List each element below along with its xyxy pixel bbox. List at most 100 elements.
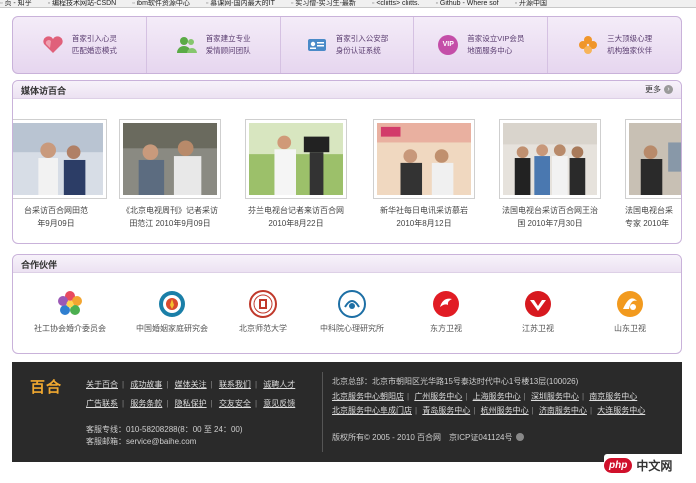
police-badge-icon[interactable]: [516, 433, 525, 441]
media-item[interactable]: 法国电视台采 专家 2010年: [625, 119, 681, 230]
id-card-icon: [306, 34, 328, 56]
feature-item: 首家建立专业 爱情顾问团队: [147, 17, 281, 73]
sdtv-icon: [615, 289, 645, 319]
bookmark-item[interactable]: 页 - 知乎: [0, 0, 31, 7]
media-title: 媒体访百合: [21, 86, 67, 96]
vip-icon: VIP: [437, 34, 459, 56]
footer-link[interactable]: 关于百合: [86, 380, 118, 389]
feature-line: 首家建立专业: [205, 34, 251, 43]
bookmark-item[interactable]: <cliitts> cliitts.: [372, 0, 419, 7]
users-icon: [176, 34, 198, 56]
footer-link[interactable]: 服务条款: [130, 399, 162, 408]
more-label: 更多: [645, 85, 661, 94]
media-photo[interactable]: [373, 119, 475, 199]
media-date: 2010年8月12日: [396, 219, 452, 228]
bookmark-item[interactable]: 编程技术网站-CSDN: [48, 0, 116, 7]
footer-link[interactable]: 交友安全: [219, 399, 251, 408]
branch-link[interactable]: 南京服务中心: [589, 392, 637, 401]
feature-line: 三大顶级心理: [607, 34, 653, 43]
media-date: 2010年8月22日: [268, 219, 324, 228]
bookmark-item[interactable]: 实习僧-实习生-最新: [291, 0, 356, 7]
media-photo[interactable]: [499, 119, 601, 199]
branch-link[interactable]: 大连服务中心: [597, 406, 645, 415]
branch-link[interactable]: 深圳服务中心: [531, 392, 579, 401]
partner-item[interactable]: 山东卫视: [575, 289, 685, 334]
footer-link[interactable]: 意见反馈: [263, 399, 295, 408]
feature-item: 首家引入公安部 身份认证系统: [281, 17, 415, 73]
feature-item: VIP 首家设立VIP会员 地面服务中心: [414, 17, 549, 73]
feature-line: 匹配婚恋模式: [71, 46, 117, 55]
media-caption: 新华社每日电讯采访慕岩: [380, 206, 468, 215]
feature-item: 首家引入心灵 匹配婚恋模式: [13, 17, 147, 73]
media-item[interactable]: 法国电视台采访百合网王治国 2010年7月30日: [499, 119, 601, 230]
arrow-right-icon: ›: [664, 85, 673, 94]
bnu-logo-icon: [248, 289, 278, 319]
seal-logo-icon: [157, 289, 187, 319]
footer-email: 客服邮箱：service@baihe.com: [86, 437, 197, 446]
feature-line: 首家设立VIP会员: [467, 34, 525, 43]
partners-panel: 合作伙伴 社工协会婚介委员会 中国婚姻家庭研究会 北京师范大学 中科院心理研究所: [12, 254, 682, 354]
partner-label: 社工协会婚介委员会: [34, 324, 106, 333]
partners-title: 合作伙伴: [21, 260, 58, 270]
media-photo[interactable]: [13, 119, 107, 199]
dragon-tv-icon: [431, 289, 461, 319]
media-panel: 媒体访百合 更多 › 台采访百合网田范 年9月09日 《北京电视周刊》记者采访 田范江…: [12, 80, 682, 244]
site-footer: 百合 关于百合 | 成功故事 | 媒体关注 | 联系我们 | 诚聘人才 广告联系 | 服务…: [12, 362, 682, 462]
footer-phone: 客服专线：010-58208288(8：00 至 24：00): [86, 425, 243, 434]
feature-line: 爱情顾问团队: [205, 46, 251, 55]
bookmark-item[interactable]: ibm软件资源中心: [132, 0, 190, 7]
media-item[interactable]: 芬兰电视台记者来访百合网 2010年8月22日: [245, 119, 347, 230]
cas-logo-icon: [337, 289, 367, 319]
media-item[interactable]: 新华社每日电讯采访慕岩 2010年8月12日: [373, 119, 475, 230]
footer-address: 北京总部：北京市朝阳区光华路15号泰达时代中心1号楼13层(100026): [332, 377, 579, 386]
media-item[interactable]: 《北京电视周刊》记者采访 田范江 2010年9月09日: [119, 119, 221, 230]
footer-links: 广告联系 | 服务条款 | 隐私保护 | 交友安全 | 意见反馈: [86, 399, 296, 408]
footer-link[interactable]: 成功故事: [130, 380, 162, 389]
footer-links: 关于百合 | 成功故事 | 媒体关注 | 联系我们 | 诚聘人才: [86, 380, 296, 389]
media-photo[interactable]: [119, 119, 221, 199]
bookmark-item[interactable]: Github - Where sof: [435, 0, 499, 7]
footer-link[interactable]: 广告联系: [86, 399, 118, 408]
footer-link[interactable]: 诚聘人才: [263, 380, 295, 389]
branch-link[interactable]: 北京服务中心阜成门店: [332, 406, 412, 415]
feature-line: 地面服务中心: [467, 46, 513, 55]
media-photo[interactable]: [245, 119, 347, 199]
branch-link[interactable]: 青岛服务中心: [422, 406, 470, 415]
feature-line: 身份认证系统: [335, 46, 381, 55]
bookmark-item[interactable]: 慕课网-国内最大的IT: [206, 0, 275, 7]
vip-badge: VIP: [438, 35, 459, 55]
feature-line: 机构独家伙伴: [607, 46, 653, 55]
footer-branches: 北京服务中心阜成门店 | 青岛服务中心 | 杭州服务中心 | 济南服务中心 | 大连服务…: [332, 406, 646, 415]
feature-line: 首家引入心灵: [71, 34, 117, 43]
footer-copyright: 版权所有© 2005 - 2010 百合网 京ICP证041124号: [332, 432, 525, 443]
branch-link[interactable]: 济南服务中心: [539, 406, 587, 415]
media-photo[interactable]: [625, 119, 681, 199]
branch-link[interactable]: 北京服务中心朝阳店: [332, 392, 404, 401]
branch-link[interactable]: 广州服务中心: [414, 392, 462, 401]
partner-list: 社工协会婚介委员会 中国婚姻家庭研究会 北京师范大学 中科院心理研究所 东方卫视: [13, 273, 681, 353]
branch-link[interactable]: 杭州服务中心: [481, 406, 529, 415]
footer-divider: [322, 372, 323, 452]
branch-link[interactable]: 上海服务中心: [473, 392, 521, 401]
media-item[interactable]: 台采访百合网田范 年9月09日: [13, 119, 107, 230]
heart-icon: [42, 34, 64, 56]
bookmarks-bar: 页 - 知乎 编程技术网站-CSDN ibm软件资源中心 慕课网-国内最大的IT…: [0, 0, 696, 8]
feature-item: 三大顶级心理 机构独家伙伴: [548, 17, 681, 73]
media-date: 国 2010年7月30日: [517, 219, 583, 228]
bookmark-item[interactable]: 开源中国: [515, 0, 547, 7]
footer-link[interactable]: 媒体关注: [175, 380, 207, 389]
watermark-text: 中文网: [636, 458, 673, 473]
partner-item[interactable]: 社工协会婚介委员会: [15, 289, 125, 334]
panel-header: 合作伙伴: [13, 255, 681, 273]
clover-icon: [577, 34, 599, 56]
media-caption: 台采访百合网田范: [24, 206, 88, 215]
copyright-text: 版权所有© 2005 - 2010 百合网 京ICP证041124号: [332, 433, 513, 442]
footer-logo[interactable]: 百合: [30, 376, 62, 397]
watermark-logo: php: [604, 457, 633, 473]
footer-link[interactable]: 隐私保护: [175, 399, 207, 408]
features-bar: 首家引入心灵 匹配婚恋模式 首家建立专业 爱情顾问团队 首家引入公安部 身份认证系统 …: [12, 16, 682, 74]
more-link[interactable]: 更多 ›: [645, 84, 673, 95]
footer-link[interactable]: 联系我们: [219, 380, 251, 389]
footer-branches: 北京服务中心朝阳店 | 广州服务中心 | 上海服务中心 | 深圳服务中心 | 南京服务中…: [332, 392, 638, 401]
media-date: 田范江 2010年9月09日: [129, 219, 211, 228]
